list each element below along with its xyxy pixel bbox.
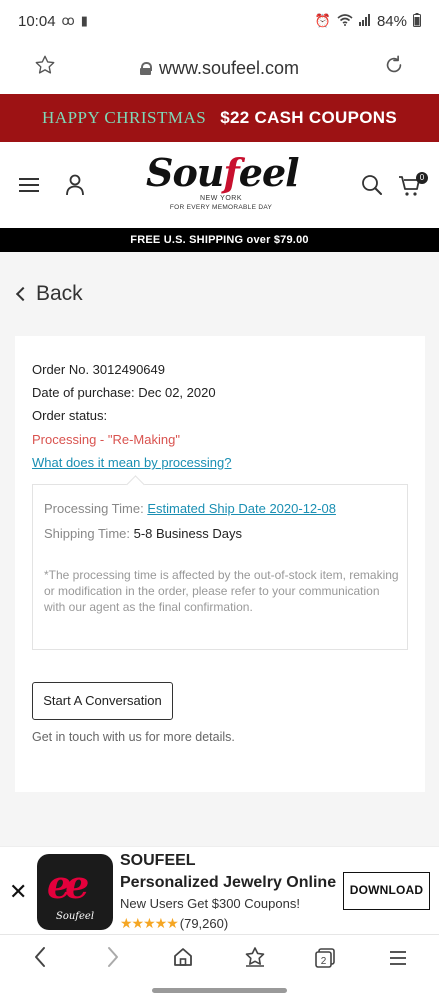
order-detail-page: Back Order No. 3012490649 Date of purcha… xyxy=(0,252,439,846)
app-logo-text: Soufeel xyxy=(55,911,95,922)
soufeel-logo[interactable]: Soufeel NEW YORK FOR EVERY MEMORABLE DAY xyxy=(146,150,300,222)
order-status-value: Processing - "Re-Making" xyxy=(32,432,180,447)
browser-bottom-nav: 2 xyxy=(0,934,439,984)
promo-offer: $22 CASH COUPONS xyxy=(220,108,397,127)
lock-icon xyxy=(139,61,152,75)
cart-count-badge: 0 xyxy=(416,172,428,184)
download-button[interactable]: DOWNLOAD xyxy=(343,872,430,910)
voicemail-icon: ꝏ xyxy=(61,13,75,28)
purchase-date: Date of purchase: Dec 02, 2020 xyxy=(32,385,216,400)
signal-icon xyxy=(358,13,371,29)
app-logo-mark: ee xyxy=(47,862,89,907)
processing-info-box: Processing Time: Estimated Ship Date 202… xyxy=(32,484,408,650)
battery-saver-icon: ▮ xyxy=(80,13,88,28)
bookmarks-icon[interactable] xyxy=(240,946,270,974)
back-button[interactable]: Back xyxy=(15,282,83,306)
logo-tagline: FOR EVERY MEMORABLE DAY xyxy=(169,204,273,211)
browser-address-bar: www.soufeel.com xyxy=(0,42,439,94)
status-bar: 10:04 ꝏ ▮ ⏰ 84% xyxy=(0,0,439,42)
bookmark-star-icon[interactable] xyxy=(30,54,60,82)
order-number: Order No. 3012490649 xyxy=(32,362,165,377)
account-icon[interactable] xyxy=(65,174,85,196)
home-icon[interactable] xyxy=(168,946,198,974)
order-status-label: Order status: xyxy=(32,408,108,423)
gesture-bar[interactable] xyxy=(152,988,287,993)
close-icon[interactable]: ✕ xyxy=(9,879,27,905)
url-field[interactable]: www.soufeel.com xyxy=(60,58,379,79)
logo-wordmark: Soufeel xyxy=(146,150,300,195)
site-header: Soufeel NEW YORK FOR EVERY MEMORABLE DAY… xyxy=(0,142,439,228)
app-ad-banner[interactable]: ✕ ee Soufeel SOUFEEL Personalized Jewelr… xyxy=(0,846,439,934)
contact-hint: Get in touch with us for more details. xyxy=(32,730,235,744)
forward-nav-icon[interactable] xyxy=(98,946,128,974)
battery-icon xyxy=(413,12,421,30)
soufeel-app-logo: ee Soufeel xyxy=(37,854,113,930)
promo-banner[interactable]: HAPPY CHRISTMAS $22 CASH COUPONS xyxy=(0,94,439,142)
more-menu-icon[interactable] xyxy=(383,946,413,974)
ship-date-link[interactable]: Estimated Ship Date 2020-12-08 xyxy=(147,501,336,516)
reload-icon[interactable] xyxy=(379,54,409,82)
processing-time-row: Processing Time: Estimated Ship Date 202… xyxy=(44,501,336,516)
status-time: 10:04 xyxy=(18,12,56,30)
back-label: Back xyxy=(36,282,83,305)
shipping-time-value: 5-8 Business Days xyxy=(133,526,242,541)
search-icon[interactable] xyxy=(361,174,383,196)
ad-brand: SOUFEEL xyxy=(120,852,196,869)
ad-rating: ★★★★★ (79,260) xyxy=(120,915,228,932)
tabs-count: 2 xyxy=(321,956,327,967)
ad-headline: Personalized Jewelry Online xyxy=(120,874,337,891)
logo-city: NEW YORK xyxy=(200,195,242,202)
rating-stars-icon: ★★★★★ xyxy=(120,915,179,931)
tabs-icon[interactable]: 2 xyxy=(311,946,341,974)
alarm-icon: ⏰ xyxy=(314,13,331,28)
back-nav-icon[interactable] xyxy=(25,946,55,974)
processing-time-label: Processing Time: xyxy=(44,501,148,516)
promo-greeting: HAPPY CHRISTMAS xyxy=(42,108,207,127)
rating-count: (79,260) xyxy=(179,916,229,931)
battery-level: 84% xyxy=(376,12,407,30)
order-card: Order No. 3012490649 Date of purchase: D… xyxy=(15,336,425,792)
ad-subline: New Users Get $300 Coupons! xyxy=(120,896,300,911)
shipping-time-row: Shipping Time: 5-8 Business Days xyxy=(44,526,242,541)
shipping-time-label: Shipping Time: xyxy=(44,526,134,541)
chevron-left-icon xyxy=(15,286,31,302)
processing-help-link[interactable]: What does it mean by processing? xyxy=(32,455,231,470)
url-text: www.soufeel.com xyxy=(158,57,300,78)
shipping-bar: FREE U.S. SHIPPING over $79.00 xyxy=(0,228,439,252)
start-conversation-button[interactable]: Start A Conversation xyxy=(32,682,173,720)
hamburger-menu-icon[interactable] xyxy=(19,178,39,192)
processing-note: *The processing time is affected by the … xyxy=(44,568,399,614)
wifi-icon xyxy=(337,13,353,29)
